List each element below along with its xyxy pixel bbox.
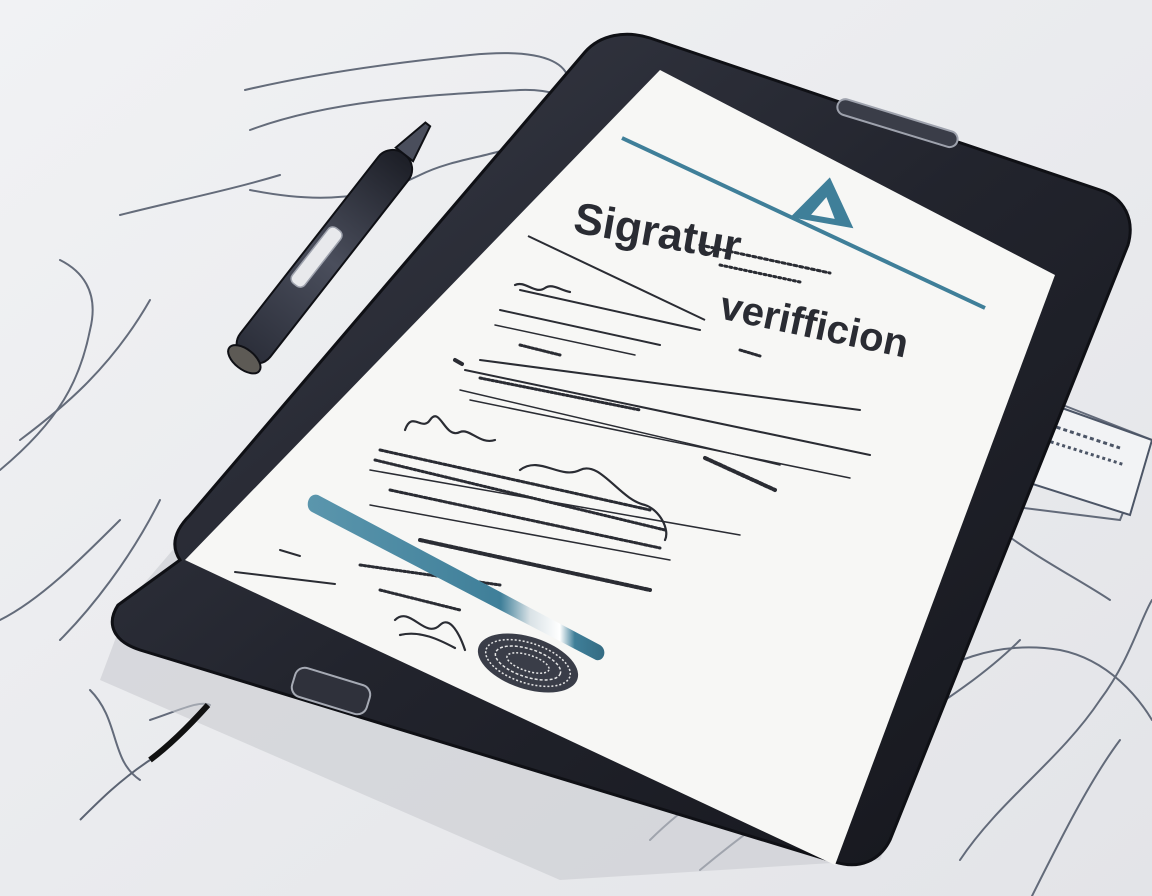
scene: Sigratur verifficion xyxy=(0,0,1152,896)
